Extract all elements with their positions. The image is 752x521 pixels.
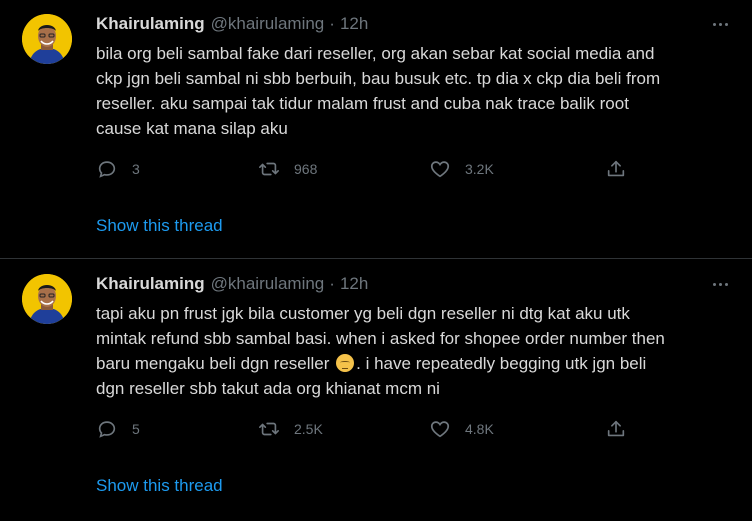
retweet-icon: [259, 422, 279, 436]
tweet-text-line: ckp jgn beli sambal ni sbb berbuih, bau …: [96, 69, 661, 88]
like-button[interactable]: 4.8K: [429, 417, 494, 441]
author-handle[interactable]: @khairulaming: [211, 14, 325, 34]
like-count: 3.2K: [465, 161, 494, 177]
tweet-text: tapi aku pn frust jgk bila customer yg b…: [96, 301, 726, 401]
tweet-text-line: mintak refund sbb sambal basi. when i as…: [96, 329, 665, 348]
tweet[interactable]: Khairulaming @khairulaming · 12h tapi ak…: [0, 260, 752, 521]
tweet[interactable]: Khairulaming @khairulaming · 12h bila or…: [0, 0, 752, 259]
tweet-header: Khairulaming @khairulaming · 12h: [96, 273, 368, 295]
avatar[interactable]: [22, 14, 72, 64]
tweet-text-line: dgn reseller sbb takut ada org khianat m…: [96, 379, 440, 398]
retweet-count: 968: [294, 161, 318, 177]
pensive-face-emoji: [336, 354, 355, 372]
like-button[interactable]: 3.2K: [429, 157, 494, 181]
share-button[interactable]: [605, 417, 627, 441]
reply-count: 5: [132, 421, 140, 437]
share-icon: [607, 160, 625, 177]
retweet-count: 2.5K: [294, 421, 323, 437]
tweet-text: bila org beli sambal fake dari reseller,…: [96, 41, 726, 141]
tweet-text-fragment: baru mengaku beli dgn reseller: [96, 354, 330, 373]
tweet-text-fragment: . i have repeatedly begging utk jgn beli: [356, 354, 647, 373]
reply-icon: [98, 161, 116, 178]
author-handle[interactable]: @khairulaming: [211, 274, 325, 294]
heart-icon: [430, 421, 450, 438]
timestamp[interactable]: 12h: [340, 274, 368, 294]
tweet-text-line: cause kat mana silap aku: [96, 119, 288, 138]
tweet-text-line: baru mengaku beli dgn reseller . i have …: [96, 351, 726, 376]
show-thread-link[interactable]: Show this thread: [96, 476, 223, 496]
tweet-text-line: tapi aku pn frust jgk bila customer yg b…: [96, 304, 630, 323]
author-name[interactable]: Khairulaming: [96, 274, 205, 294]
reply-count: 3: [132, 161, 140, 177]
tweet-text-line: bila org beli sambal fake dari reseller,…: [96, 44, 655, 63]
like-count: 4.8K: [465, 421, 494, 437]
reply-icon: [98, 421, 116, 438]
separator-dot: ·: [329, 274, 335, 293]
tweet-actions: 5 2.5K 4.8K: [96, 417, 636, 441]
retweet-button[interactable]: 2.5K: [258, 417, 323, 441]
more-icon[interactable]: [708, 274, 732, 294]
show-thread-link[interactable]: Show this thread: [96, 216, 223, 236]
share-icon: [607, 420, 625, 437]
author-name[interactable]: Khairulaming: [96, 14, 205, 34]
separator-dot: ·: [329, 14, 335, 33]
tweet-header: Khairulaming @khairulaming · 12h: [96, 13, 368, 35]
tweet-text-line: reseller. aku sampai tak tidur malam fru…: [96, 94, 629, 113]
heart-icon: [430, 161, 450, 178]
retweet-button[interactable]: 968: [258, 157, 317, 181]
timestamp[interactable]: 12h: [340, 14, 368, 34]
reply-button[interactable]: 3: [96, 157, 140, 181]
retweet-icon: [259, 162, 279, 176]
avatar[interactable]: [22, 274, 72, 324]
tweet-actions: 3 968 3.2K: [96, 157, 636, 181]
more-icon[interactable]: [708, 14, 732, 34]
share-button[interactable]: [605, 157, 627, 181]
reply-button[interactable]: 5: [96, 417, 140, 441]
